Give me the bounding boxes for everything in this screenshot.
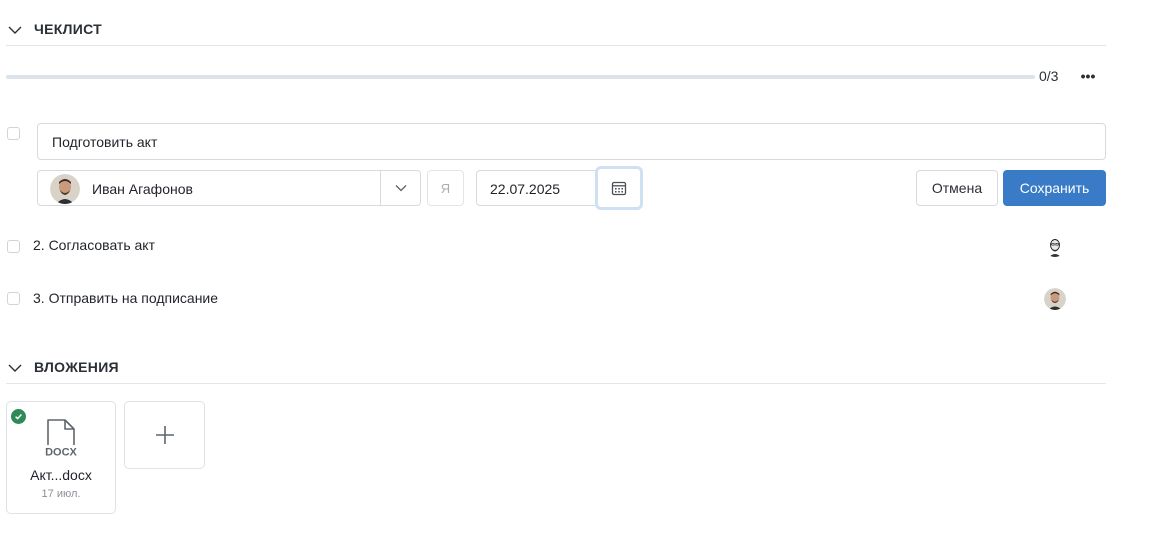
plus-icon [155,426,174,444]
attachments-section-header[interactable]: ВЛОЖЕНИЯ [6,353,1106,384]
docx-file-icon: DOCX [44,419,78,459]
add-attachment-button[interactable] [124,401,205,469]
item-checkbox[interactable] [7,127,20,140]
checklist-progress-bar [6,75,1035,79]
chevron-down-icon[interactable] [6,359,24,377]
item-checkbox[interactable] [7,240,20,253]
avatar[interactable] [1044,288,1066,310]
avatar [50,174,80,204]
checklist-item-label[interactable]: 3. Отправить на подписание [33,290,218,306]
chevron-down-icon [395,185,407,192]
due-date-value: 22.07.2025 [490,181,561,197]
file-date: 17 июл. [41,488,81,500]
assign-to-me-button[interactable]: Я [427,170,464,206]
assignee-name: Иван Агафонов [92,181,193,197]
progress-counter: 0/3 [1039,68,1059,84]
attachment-card[interactable]: DOCX Акт...docx 17 июл. [6,401,116,514]
more-options-button[interactable]: ••• [1078,66,1098,86]
checklist-title: ЧЕКЛИСТ [34,21,103,37]
item-checkbox[interactable] [7,292,20,305]
save-button[interactable]: Сохранить [1003,170,1106,206]
cancel-button[interactable]: Отмена [916,170,998,206]
assignee-dropdown-button[interactable] [381,171,421,205]
check-circle-icon [11,409,26,424]
calendar-icon [611,181,627,196]
checklist-item-label[interactable]: 2. Согласовать акт [33,237,155,253]
assignee-select[interactable]: Иван Агафонов [37,170,421,206]
calendar-button[interactable] [595,166,643,210]
file-type-label: DOCX [45,447,77,459]
item-text-input[interactable] [37,123,1106,160]
attachments-title: ВЛОЖЕНИЯ [34,359,119,375]
chevron-down-icon[interactable] [6,21,24,39]
checklist-section-header[interactable]: ЧЕКЛИСТ [6,15,1106,46]
ellipsis-icon[interactable]: ••• [1081,69,1096,83]
file-name: Акт...docx [30,467,92,483]
avatar[interactable] [1044,235,1066,257]
